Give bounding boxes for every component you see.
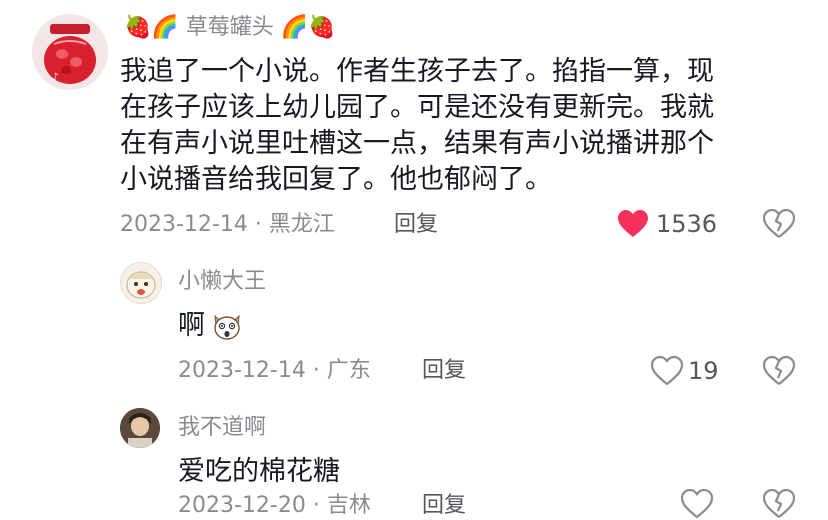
comment-line: 小说播音给我回复了。他也郁闷了。	[120, 164, 552, 195]
comment-username[interactable]: 🍓🌈 草莓罐头 🌈🍓	[124, 14, 336, 42]
heart-filled-icon[interactable]	[616, 208, 650, 240]
dog-face-emoji-icon	[209, 309, 245, 343]
comment-date-location: 2023-12-14 · 黑龙江	[120, 212, 335, 237]
avatar[interactable]	[120, 408, 160, 448]
reply-date-location: 2023-12-14 · 广东	[178, 358, 371, 383]
reply-username[interactable]: 我不道啊	[178, 414, 266, 442]
comment-line: 我追了一个小说。作者生孩子去了。掐指一算，现	[120, 56, 714, 87]
heart-outline-icon[interactable]	[650, 355, 684, 387]
username-text: 草莓罐头	[185, 15, 274, 40]
heart-outline-icon[interactable]	[680, 489, 714, 519]
reply-button[interactable]: 回复	[422, 357, 466, 385]
strawberry-jar-avatar-image: ♪	[32, 14, 108, 90]
broken-heart-icon[interactable]	[762, 208, 796, 240]
username-emoji-prefix: 🍓🌈	[124, 15, 179, 40]
cartoon-face-avatar-image	[121, 263, 161, 303]
reply-button[interactable]: 回复	[422, 492, 466, 520]
reply-body: 爱吃的棉花糖	[178, 456, 340, 487]
comment-line: 在孩子应该上幼儿园了。可是还没有更新完。我就	[120, 92, 714, 123]
comment-body: 我追了一个小说。作者生孩子去了。掐指一算，现 在孩子应该上幼儿园了。可是还没有更…	[120, 54, 810, 198]
avatar[interactable]: ♪	[32, 14, 108, 90]
like-count: 19	[688, 357, 719, 385]
reply-date-location: 2023-12-20 · 吉林	[178, 493, 371, 518]
avatar[interactable]	[120, 262, 162, 304]
reply-username[interactable]: 小懒大王	[178, 268, 266, 296]
broken-heart-icon[interactable]	[762, 355, 796, 387]
svg-text:♪: ♪	[52, 72, 58, 83]
like-count: 1536	[656, 210, 718, 238]
username-emoji-suffix: 🌈🍓	[280, 15, 336, 40]
person-photo-avatar-image	[120, 408, 160, 448]
broken-heart-icon[interactable]	[762, 489, 796, 518]
reply-text: 啊	[178, 310, 205, 341]
comment-line: 在有声小说里吐槽这一点，结果有声小说播讲那个	[120, 128, 714, 159]
reply-button[interactable]: 回复	[394, 211, 438, 239]
reply-body: 啊	[178, 308, 245, 344]
